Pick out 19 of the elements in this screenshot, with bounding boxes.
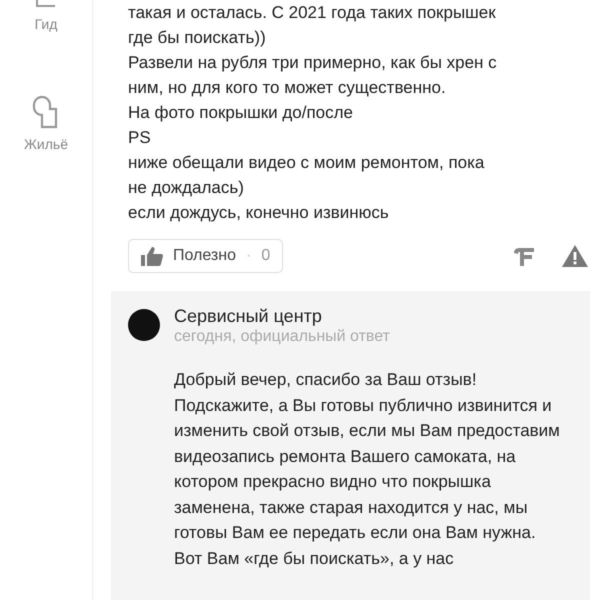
- review-text: PS: [128, 127, 152, 149]
- helpful-button[interactable]: Полезно · 0: [128, 239, 284, 273]
- sidebar-label[interactable]: Жильё: [24, 136, 68, 152]
- review-text: такая и осталась. С 2021 года таких покрышек: [128, 2, 497, 24]
- review-text: ниже обещали видео с моим ремонтом, пока: [128, 152, 486, 174]
- review-text: ним, но для кого то может существенно.: [128, 77, 447, 99]
- author-name[interactable]: Сервисный центр: [174, 305, 390, 327]
- font-icon[interactable]: [512, 246, 536, 266]
- review-text: если дождусь, конечно извинюсь: [128, 202, 390, 224]
- reply-meta: сегодня, официальный ответ: [174, 327, 390, 347]
- reply-text: Добрый вечер, спасибо за Ваш отзыв! Подскажите, а Вы готовы публично извинится и изменить свой отзыв, если мы Вам предоставим видеозапись ремонта Вашего самоката, на котором прекрасно видно что покрышка заменена, также старая находится у нас, мы готовы Вам ее передать если она Вам нужна. Вот Вам «где бы поискать», а у нас: [174, 369, 561, 570]
- sidebar-label[interactable]: Гид: [34, 16, 58, 32]
- review-text: не дождалась): [128, 177, 245, 199]
- avatar-icon: [128, 309, 160, 341]
- review-text: На фото покрышки до/после: [128, 102, 354, 124]
- warning-icon[interactable]: [562, 245, 588, 267]
- review-text: где бы поискать)): [128, 27, 267, 49]
- thumbs-up-icon: [141, 246, 163, 266]
- review-text: Развели на рубля три примерно, как бы хрен с: [128, 52, 498, 74]
